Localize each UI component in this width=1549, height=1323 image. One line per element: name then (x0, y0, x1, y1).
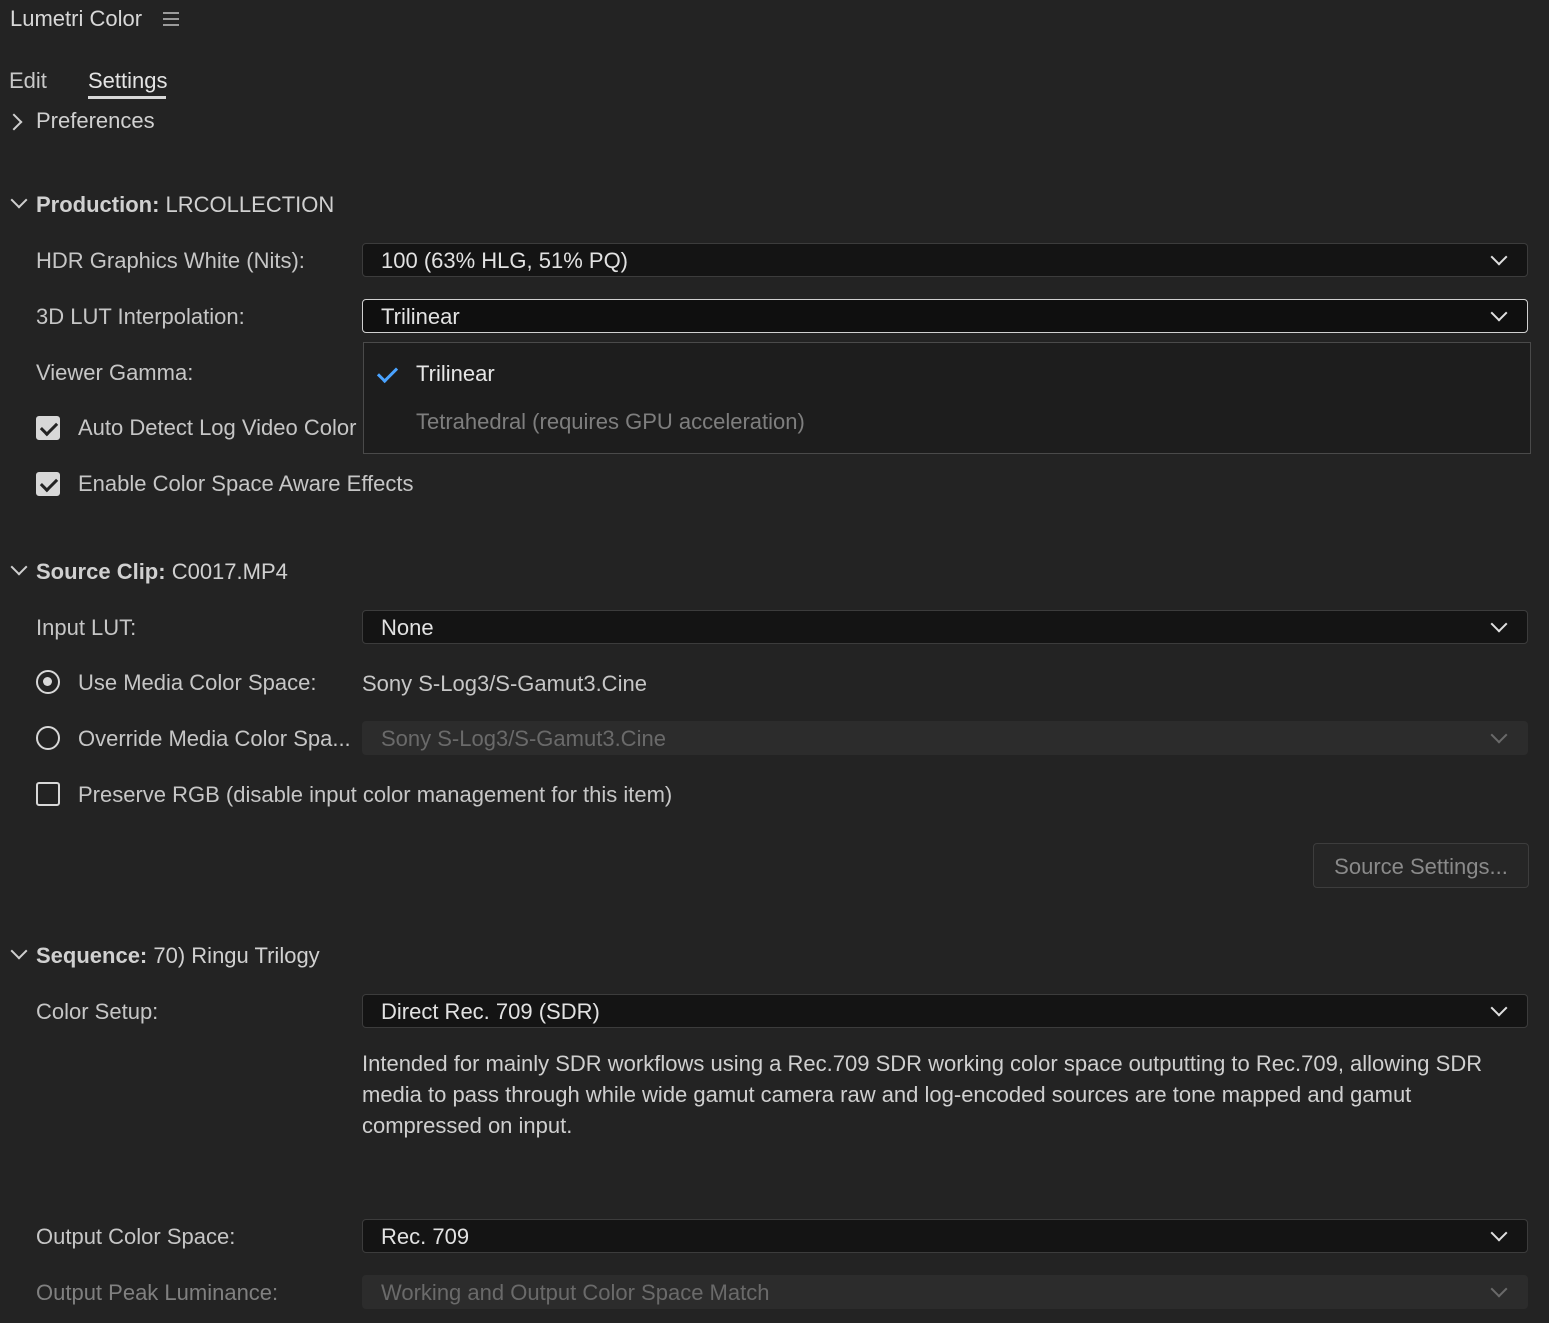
section-source-clip[interactable]: Source Clip: C0017.MP4 (10, 558, 310, 587)
chevron-down-icon (1490, 726, 1508, 744)
source-clip-heading-label: Source Clip: (36, 559, 166, 584)
color-setup-value: Direct Rec. 709 (SDR) (381, 999, 600, 1024)
hdr-white-label: HDR Graphics White (Nits): (36, 248, 305, 273)
tab-edit[interactable]: Edit (9, 68, 47, 94)
chevron-down-icon (1490, 615, 1508, 633)
checkmark-icon (376, 361, 399, 384)
chevron-down-icon (1490, 999, 1508, 1017)
use-media-value: Sony S-Log3/S-Gamut3.Cine (362, 671, 647, 696)
use-media-label: Use Media Color Space: (78, 670, 317, 695)
source-clip-name: C0017.MP4 (165, 559, 288, 584)
output-peak-dropdown: Working and Output Color Space Match (362, 1275, 1528, 1309)
preserve-rgb-checkbox[interactable] (36, 782, 60, 806)
output-space-dropdown[interactable]: Rec. 709 (362, 1219, 1528, 1253)
input-lut-dropdown[interactable]: None (362, 610, 1528, 644)
preferences-label: Preferences (36, 108, 155, 133)
output-space-label: Output Color Space: (36, 1224, 236, 1249)
chevron-down-icon (10, 191, 28, 209)
input-lut-label: Input LUT: (36, 615, 137, 640)
menu-option-tetrahedral[interactable]: Tetrahedral (requires GPU acceleration) (416, 409, 805, 435)
lut-interp-menu: Trilinear Tetrahedral (requires GPU acce… (363, 342, 1531, 454)
auto-detect-label: Auto Detect Log Video Color Space (78, 415, 362, 440)
input-lut-value: None (381, 615, 434, 640)
color-aware-label: Enable Color Space Aware Effects (78, 471, 414, 496)
tab-settings[interactable]: Settings (88, 68, 168, 94)
override-media-value: Sony S-Log3/S-Gamut3.Cine (381, 726, 666, 751)
chevron-right-icon (5, 113, 23, 131)
hdr-white-dropdown[interactable]: 100 (63% HLG, 51% PQ) (362, 243, 1528, 277)
viewer-gamma-label: Viewer Gamma: (36, 360, 194, 385)
output-peak-label: Output Peak Luminance: (36, 1280, 279, 1305)
source-settings-label: Source Settings... (1334, 854, 1508, 879)
output-peak-value: Working and Output Color Space Match (381, 1280, 770, 1305)
chevron-down-icon (1490, 1280, 1508, 1298)
preserve-rgb-label: Preserve RGB (disable input color manage… (78, 782, 673, 807)
chevron-down-icon (1490, 304, 1508, 322)
menu-option-trilinear[interactable]: Trilinear (416, 361, 495, 387)
hdr-white-value: 100 (63% HLG, 51% PQ) (381, 248, 629, 273)
sequence-name: 70) Ringu Trilogy (147, 943, 320, 968)
production-heading-label: Production: (36, 192, 160, 217)
panel-title: Lumetri Color (10, 6, 143, 31)
override-media-radio[interactable] (36, 726, 60, 750)
source-settings-button[interactable]: Source Settings... (1313, 843, 1529, 888)
sequence-heading-label: Sequence: (36, 943, 148, 968)
output-space-value: Rec. 709 (381, 1224, 470, 1249)
lut-interp-dropdown[interactable]: Trilinear (362, 299, 1528, 333)
color-aware-checkbox[interactable] (36, 472, 60, 496)
color-setup-dropdown[interactable]: Direct Rec. 709 (SDR) (362, 994, 1528, 1028)
override-media-dropdown: Sony S-Log3/S-Gamut3.Cine (362, 721, 1528, 755)
chevron-down-icon (1490, 248, 1508, 266)
chevron-down-icon (10, 558, 28, 576)
lut-interp-value: Trilinear (381, 304, 460, 329)
section-production[interactable]: Production: LRCOLLECTION (10, 191, 350, 220)
tab-active-underline (88, 96, 166, 99)
chevron-down-icon (1490, 1224, 1508, 1242)
preferences-toggle[interactable]: Preferences (5, 108, 188, 136)
hamburger-menu-icon[interactable] (163, 12, 181, 28)
lut-interp-label: 3D LUT Interpolation: (36, 304, 245, 329)
auto-detect-checkbox[interactable] (36, 416, 60, 440)
production-name: LRCOLLECTION (159, 192, 335, 217)
color-setup-label: Color Setup: (36, 999, 159, 1024)
section-sequence[interactable]: Sequence: 70) Ringu Trilogy (10, 942, 340, 971)
color-setup-description: Intended for mainly SDR workflows using … (362, 1051, 1483, 1138)
chevron-down-icon (10, 942, 28, 960)
use-media-radio[interactable] (36, 670, 60, 694)
override-media-label: Override Media Color Spa... (78, 726, 351, 751)
